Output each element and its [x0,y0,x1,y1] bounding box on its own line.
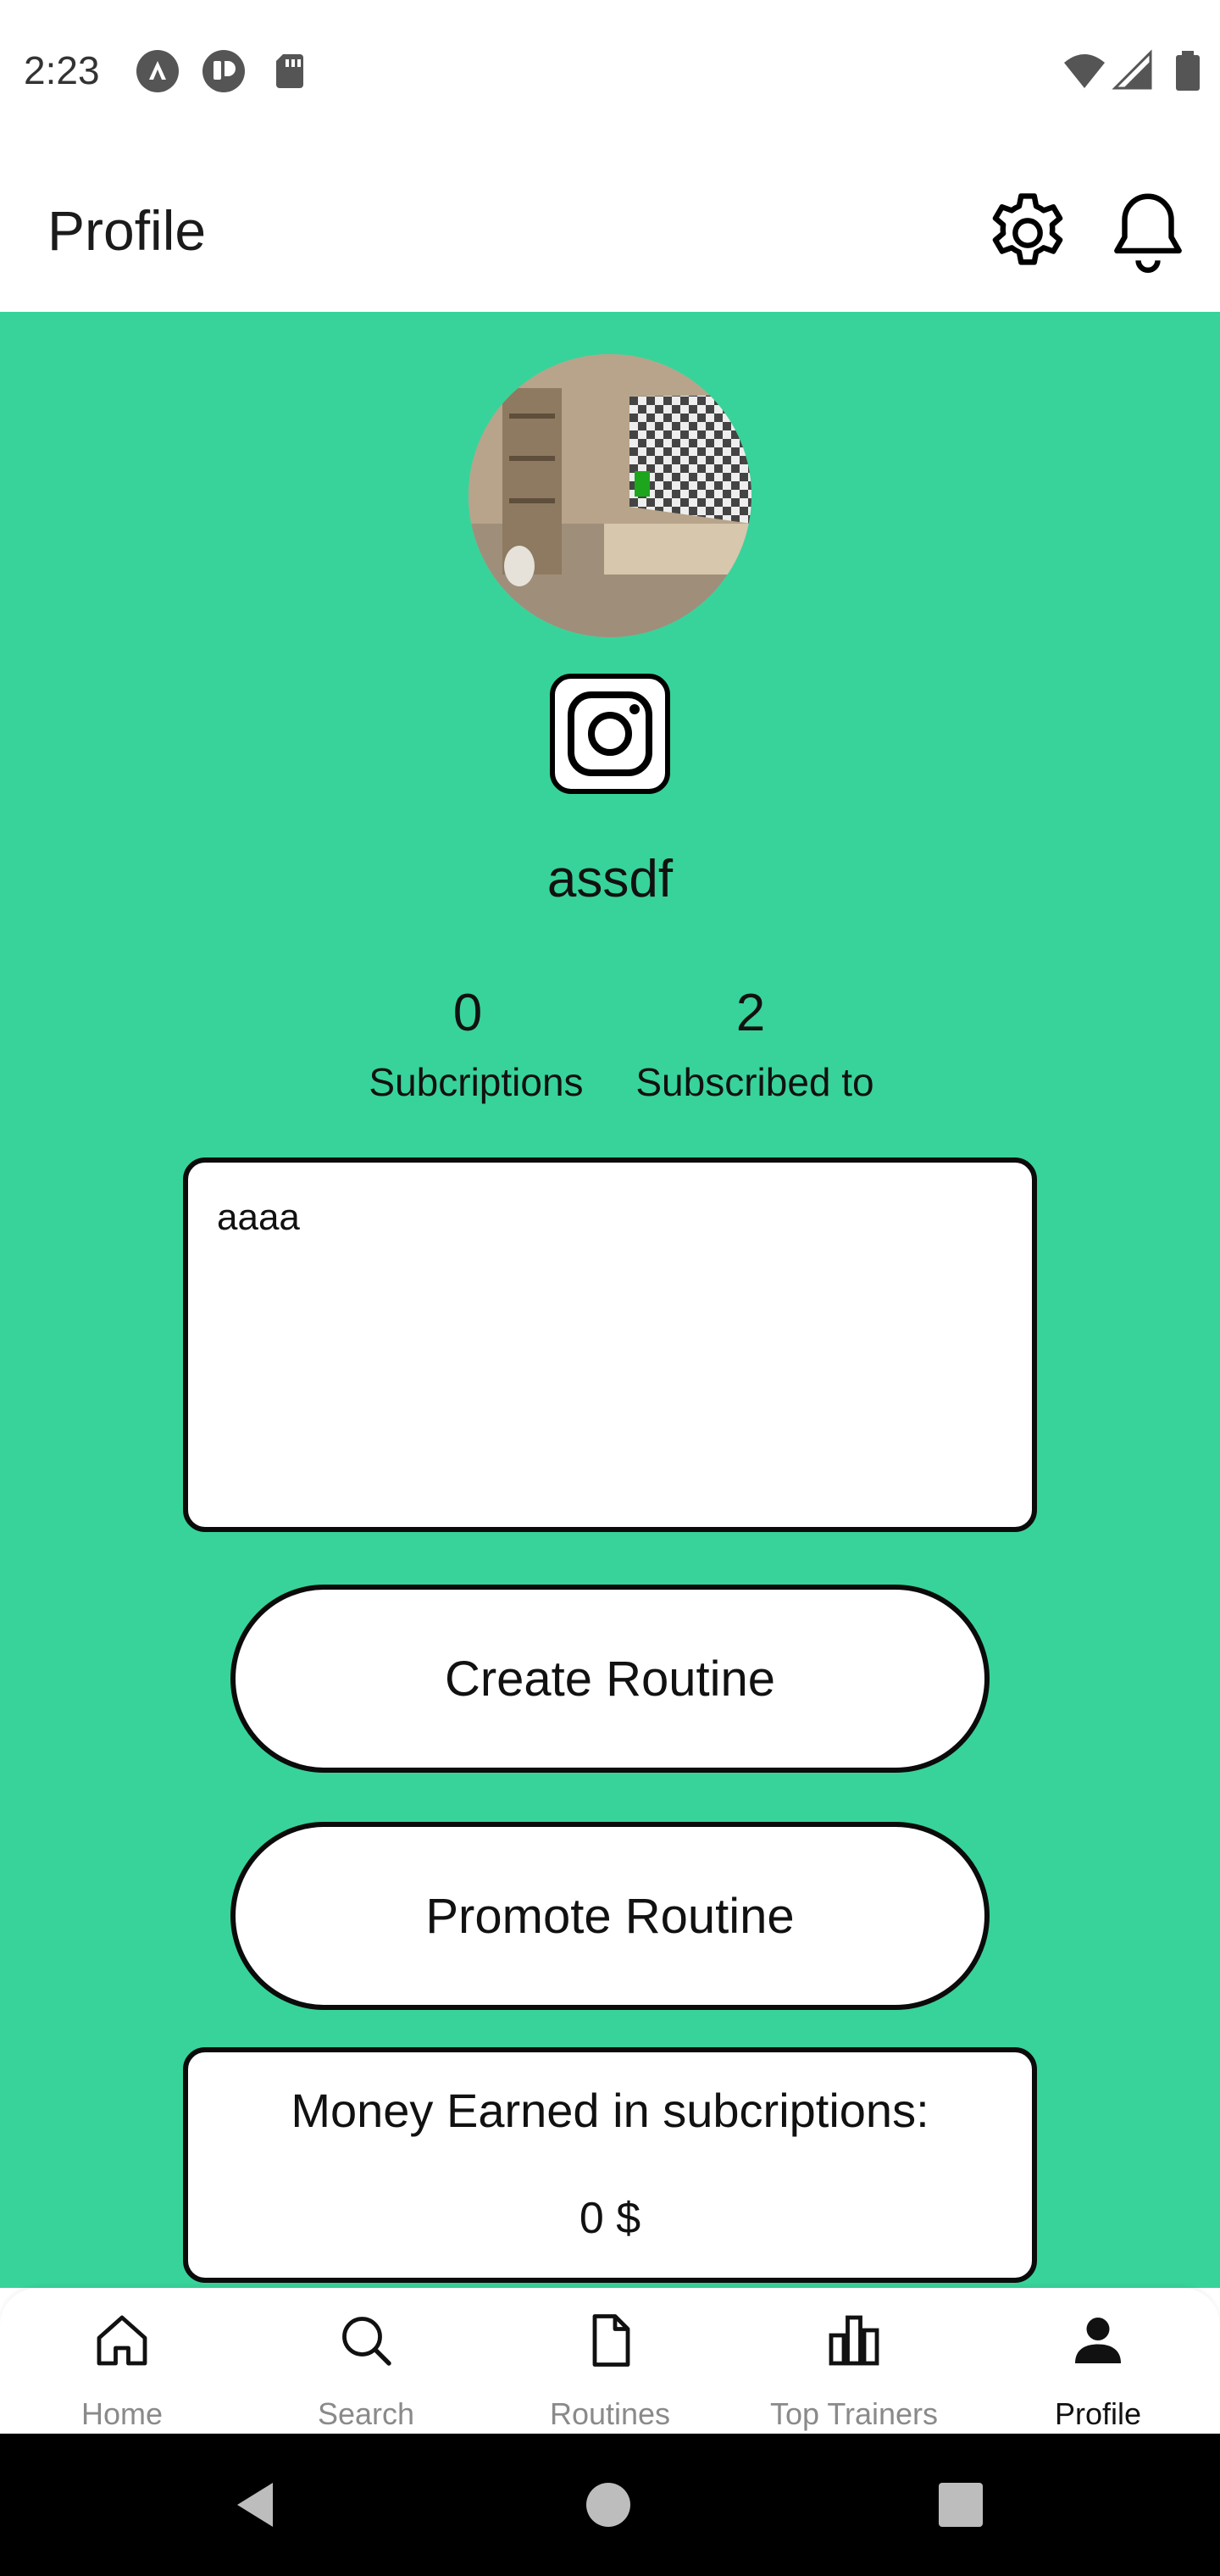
back-icon[interactable] [229,2478,283,2532]
notifications-button[interactable] [1101,185,1195,278]
home-icon [97,2315,147,2366]
sd-card-icon [276,54,303,88]
nav-item-profile[interactable]: Profile [976,2288,1220,2434]
instagram-icon [550,674,670,794]
system-nav-bar [0,2434,1220,2576]
bar-chart-icon [829,2315,879,2366]
nav-item-top-trainers[interactable]: Top Trainers [732,2288,976,2434]
document-icon [592,2314,630,2367]
nav-label-routines: Routines [549,2396,671,2431]
nav-item-search[interactable]: Search [244,2288,488,2434]
wifi-icon [1064,54,1105,88]
nav-label-profile: Profile [1054,2396,1142,2431]
person-icon [1075,2318,1121,2363]
battery-icon [1176,51,1200,91]
nav-item-home[interactable]: Home [0,2288,244,2434]
nav-label-home: Home [80,2396,164,2431]
android-auto-icon [136,50,179,92]
nav-label-top-trainers: Top Trainers [769,2396,939,2431]
avatar[interactable] [469,354,751,637]
settings-button[interactable] [981,186,1074,280]
username: assdf [546,850,674,908]
bottom-nav: Home Search Routines Top Trainers Profil… [0,2288,1220,2434]
bell-icon [1114,193,1182,273]
gear-icon [992,193,1063,265]
home-circle-icon[interactable] [583,2479,634,2530]
instagram-button[interactable] [549,673,671,795]
subscriptions-label: Subcriptions [369,1060,584,1104]
earnings-label: Money Earned in subcriptions: [291,2084,929,2137]
bio-text: aaaa [217,1196,300,1238]
earnings-card: Money Earned in subcriptions: 0 $ [183,2047,1037,2283]
nav-item-routines[interactable]: Routines [488,2288,732,2434]
recents-icon[interactable] [935,2479,986,2530]
create-routine-button[interactable]: Create Routine [230,1585,990,1773]
page-title: Profile [47,199,207,262]
promote-routine-button[interactable]: Promote Routine [230,1822,990,2010]
bio-box[interactable]: aaaa [183,1158,1037,1532]
status-bar: 2:23 [0,0,1220,144]
status-time: 2:23 [24,48,100,92]
nav-label-search: Search [317,2396,415,2431]
avatar-image [469,354,751,637]
earnings-value: 0 $ [579,2194,641,2243]
subscribed-to-label: Subscribed to [635,1060,874,1104]
search-icon [342,2317,391,2366]
subscriptions-count: 0 [452,984,483,1042]
app-notification-icon [202,50,245,92]
cell-signal-icon [1112,49,1152,90]
subscribed-to-count: 2 [735,984,766,1042]
